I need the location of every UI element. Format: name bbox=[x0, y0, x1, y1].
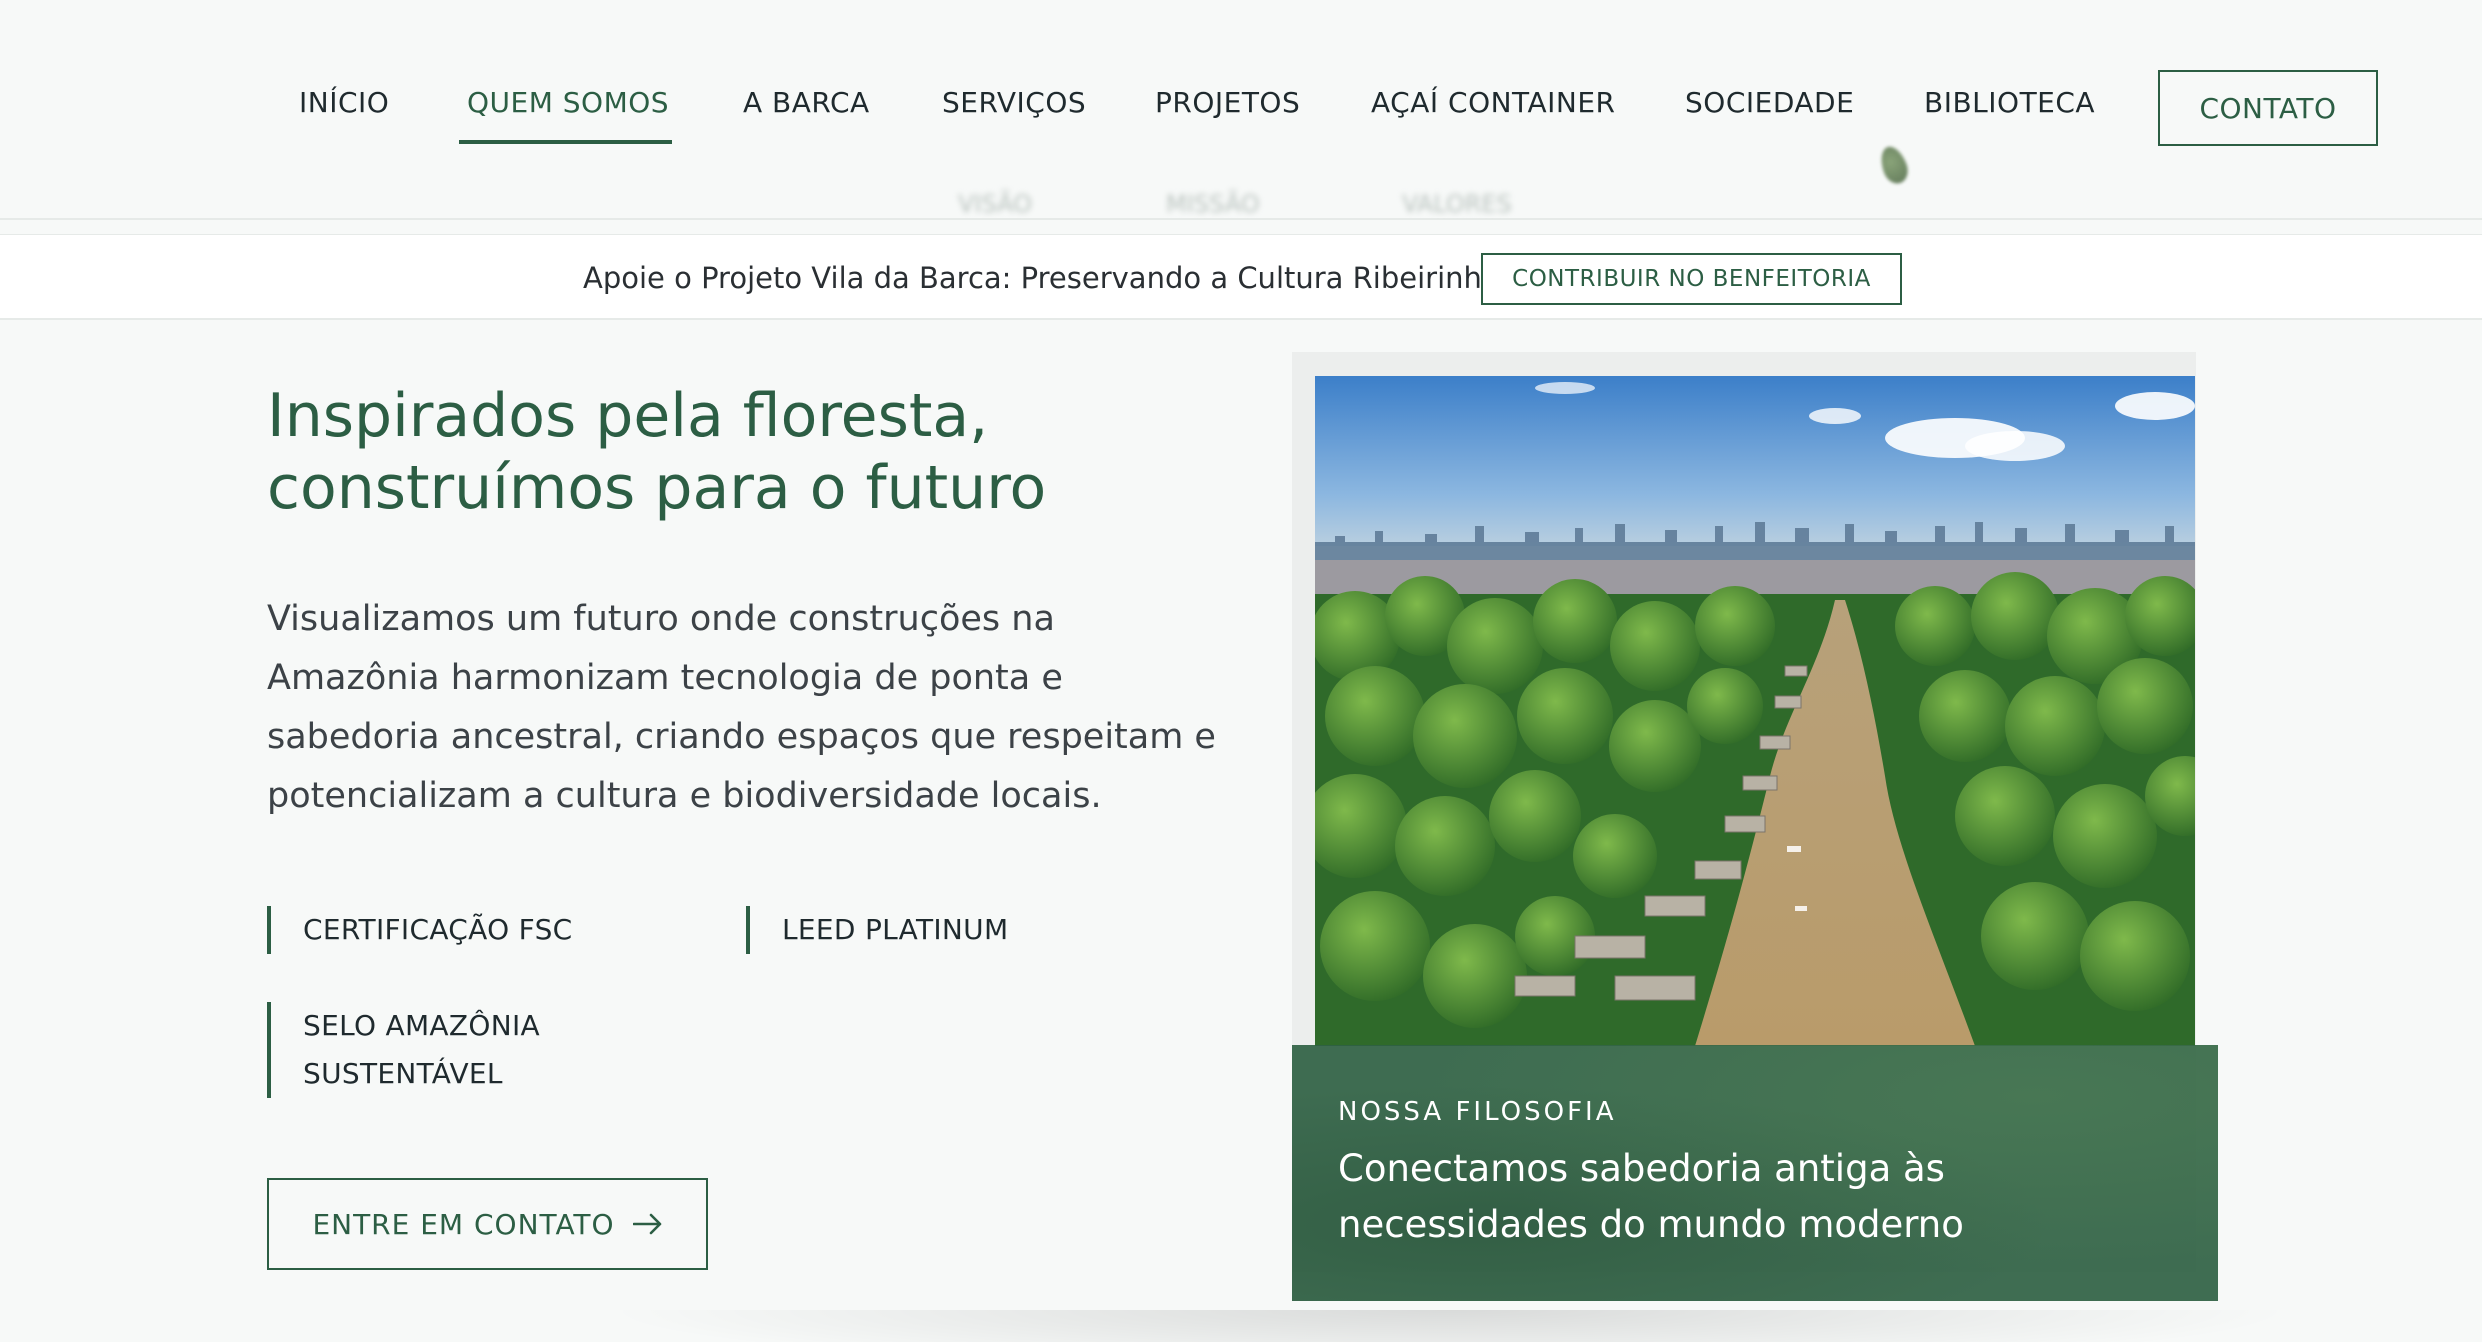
arrow-right-icon bbox=[632, 1213, 661, 1235]
hero-description-line: potencializam a cultura e biodiversidade… bbox=[267, 776, 1102, 816]
nav-item-servicos[interactable]: SERVIÇOS bbox=[942, 86, 1086, 119]
hero-description-line: Visualizamos um futuro onde construções … bbox=[267, 599, 1055, 639]
nav-item-quem-somos[interactable]: QUEM SOMOS bbox=[467, 86, 669, 119]
section-shadow bbox=[600, 1310, 2300, 1342]
nav-item-sociedade[interactable]: SOCIEDADE bbox=[1685, 86, 1854, 119]
certification-label: LEED PLATINUM bbox=[782, 913, 1009, 946]
hero-description: Visualizamos um futuro onde construções … bbox=[267, 590, 1216, 826]
philosophy-text-line: necessidades do mundo moderno bbox=[1338, 1203, 1964, 1246]
hero-title-line: Inspirados pela floresta, bbox=[267, 381, 989, 451]
philosophy-card: NOSSA FILOSOFIA Conectamos sabedoria ant… bbox=[1292, 1045, 2218, 1301]
subnav-item-visao[interactable]: VISÃO bbox=[958, 190, 1032, 220]
river-village-illustration bbox=[1315, 376, 2195, 1046]
nav-item-biblioteca[interactable]: BIBLIOTECA bbox=[1924, 86, 2095, 119]
nav-item-projetos[interactable]: PROJETOS bbox=[1155, 86, 1300, 119]
contact-cta-button[interactable]: ENTRE EM CONTATO bbox=[267, 1178, 708, 1270]
philosophy-eyebrow: NOSSA FILOSOFIA bbox=[1338, 1097, 1617, 1127]
announcement-text: Apoie o Projeto Vila da Barca: Preservan… bbox=[583, 261, 1500, 295]
subnav-item-missao[interactable]: MISSÃO bbox=[1166, 190, 1260, 220]
nav-item-a-barca[interactable]: A BARCA bbox=[743, 86, 870, 119]
certification-selo-amazonia: SELO AMAZÔNIA SUSTENTÁVEL bbox=[267, 1002, 540, 1098]
hero-description-line: Amazônia harmonizam tecnologia de ponta … bbox=[267, 658, 1063, 698]
contact-button[interactable]: CONTATO bbox=[2158, 70, 2378, 146]
leaf-icon bbox=[1876, 143, 1912, 187]
main-nav: INÍCIO QUEM SOMOS A BARCA SERVIÇOS PROJE… bbox=[0, 0, 2482, 220]
hero-title: Inspirados pela floresta, construímos pa… bbox=[267, 380, 1267, 524]
nav-item-inicio[interactable]: INÍCIO bbox=[299, 86, 389, 119]
philosophy-text: Conectamos sabedoria antiga às necessida… bbox=[1338, 1141, 2198, 1253]
certification-label: SUSTENTÁVEL bbox=[303, 1057, 503, 1090]
philosophy-text-line: Conectamos sabedoria antiga às bbox=[1338, 1147, 1945, 1190]
hero-title-line: construímos para o futuro bbox=[267, 453, 1047, 523]
certification-label: CERTIFICAÇÃO FSC bbox=[303, 913, 573, 946]
nav-active-indicator bbox=[459, 140, 672, 144]
subnav-item-valores[interactable]: VALORES bbox=[1402, 190, 1512, 220]
hero-description-line: sabedoria ancestral, criando espaços que… bbox=[267, 717, 1216, 757]
certification-fsc: CERTIFICAÇÃO FSC bbox=[267, 906, 573, 954]
certification-leed: LEED PLATINUM bbox=[746, 906, 1008, 954]
site-header: INÍCIO QUEM SOMOS A BARCA SERVIÇOS PROJE… bbox=[0, 0, 2482, 220]
nav-item-acai-container[interactable]: AÇAÍ CONTAINER bbox=[1371, 86, 1616, 119]
aerial-river-photo bbox=[1315, 376, 2195, 1046]
cta-label: ENTRE EM CONTATO bbox=[312, 1207, 615, 1241]
announcement-bar: Apoie o Projeto Vila da Barca: Preservan… bbox=[0, 234, 2482, 320]
contribute-button[interactable]: CONTRIBUIR NO BENFEITORIA bbox=[1481, 253, 1902, 305]
certification-label: SELO AMAZÔNIA bbox=[303, 1009, 540, 1042]
